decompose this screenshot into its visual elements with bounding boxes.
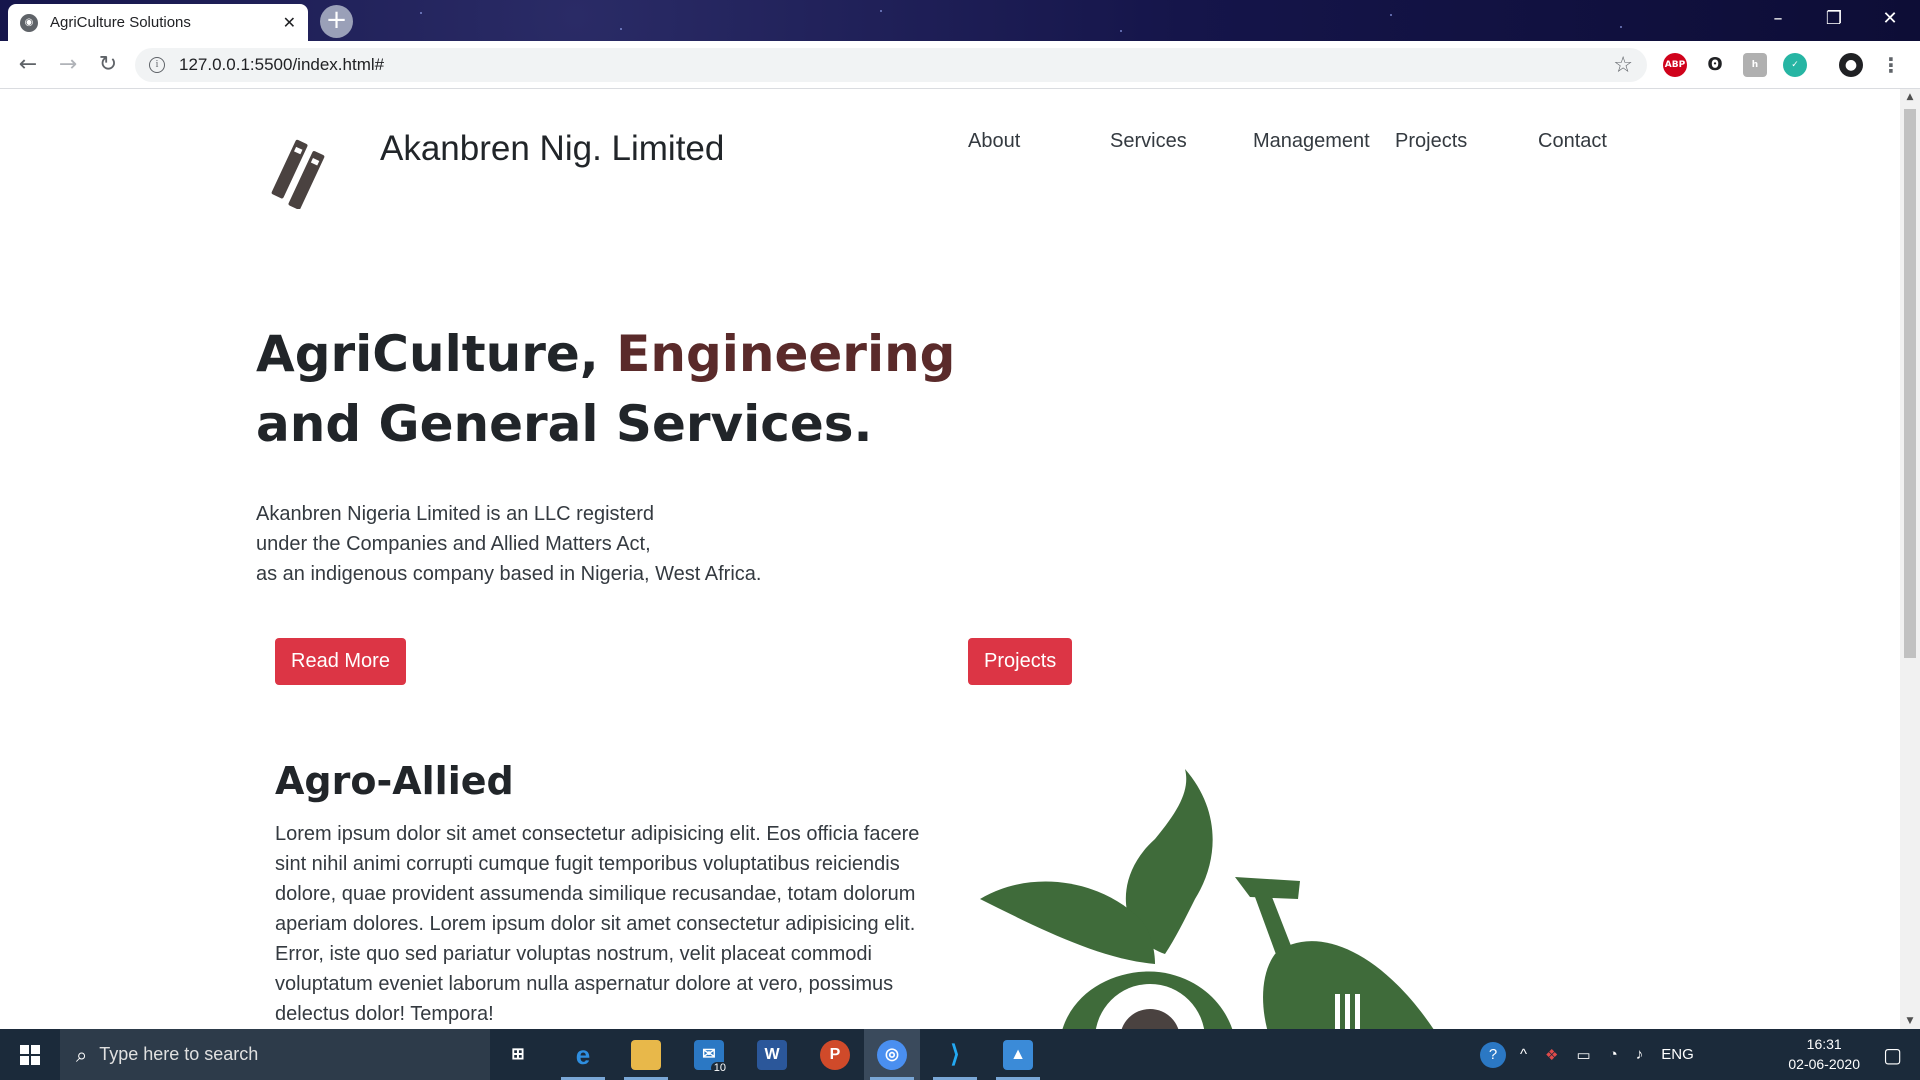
scroll-thumb[interactable] xyxy=(1904,109,1916,658)
info-icon[interactable]: i xyxy=(149,57,165,73)
web-page: Akanbren Nig. Limited About Services Man… xyxy=(0,89,1900,1029)
browser-toolbar: ← → ↻ i 127.0.0.1:5500/index.html# ☆ ABP… xyxy=(0,41,1920,89)
close-tab-icon[interactable]: ✕ xyxy=(283,13,296,32)
taskbar: ⌕ Type here to search ⊞ e ✉ 10 W P ◎ ⟩ ▲ … xyxy=(0,1029,1920,1080)
bookmark-star-icon[interactable]: ☆ xyxy=(1613,53,1633,78)
chrome-icon[interactable]: ◎ xyxy=(864,1029,920,1080)
wifi-icon[interactable]: ◔ xyxy=(1609,1046,1618,1063)
taskbar-search[interactable]: ⌕ Type here to search xyxy=(60,1029,490,1080)
extension-icon[interactable]: h xyxy=(1743,53,1767,77)
mail-icon[interactable]: ✉ 10 xyxy=(681,1029,737,1080)
brand-logo-icon xyxy=(271,139,325,209)
powerpoint-icon[interactable]: P xyxy=(807,1029,863,1080)
nav-contact[interactable]: Contact xyxy=(1538,130,1607,153)
browser-title-bar: ◉ AgriCulture Solutions ✕ + – ❐ ✕ xyxy=(0,0,1920,41)
battery-icon[interactable]: ▭ xyxy=(1577,1046,1591,1064)
nav-management[interactable]: Management xyxy=(1253,130,1370,153)
extension-icon[interactable]: ʘ xyxy=(1703,53,1727,77)
profile-icon[interactable]: ● xyxy=(1839,53,1863,77)
reload-button[interactable]: ↻ xyxy=(94,51,122,79)
menu-kebab-icon[interactable]: ⋮ xyxy=(1879,53,1903,77)
hero-title: AgriCulture, Engineering and General Ser… xyxy=(256,319,955,459)
globe-icon: ◉ xyxy=(20,13,38,32)
windows-start-icon[interactable] xyxy=(0,1029,60,1080)
brand-name[interactable]: Akanbren Nig. Limited xyxy=(380,129,724,169)
nav-about[interactable]: About xyxy=(968,130,1020,153)
agro-leaf-tractor-icon xyxy=(980,769,1434,1029)
close-window-button[interactable]: ✕ xyxy=(1862,0,1918,41)
url-text[interactable]: 127.0.0.1:5500/index.html# xyxy=(179,55,1613,75)
read-more-button[interactable]: Read More xyxy=(275,638,406,685)
volume-icon[interactable]: ♪ xyxy=(1636,1046,1644,1063)
nav-services[interactable]: Services xyxy=(1110,130,1187,153)
hero-desc-line: as an indigenous company based in Nigeri… xyxy=(256,563,762,585)
projects-button[interactable]: Projects xyxy=(968,638,1073,685)
back-button[interactable]: ← xyxy=(14,51,42,79)
notifications-icon[interactable]: ▢ xyxy=(1883,1043,1902,1067)
tray-icons: ? ^ ❖ ▭ ◔ ♪ ENG xyxy=(1480,1029,1694,1080)
hero-title-part1: AgriCulture, xyxy=(256,325,617,383)
word-icon[interactable]: W xyxy=(744,1029,800,1080)
task-view-icon[interactable]: ⊞ xyxy=(490,1029,546,1080)
hero-title-accent: Engineering xyxy=(616,325,956,383)
section-title: Agro-Allied xyxy=(275,759,514,803)
vscode-icon[interactable]: ⟩ xyxy=(927,1029,983,1080)
language-indicator[interactable]: ENG xyxy=(1661,1046,1694,1063)
browser-tab[interactable]: ◉ AgriCulture Solutions ✕ xyxy=(8,4,308,41)
scroll-down-icon[interactable]: ▼ xyxy=(1900,1013,1920,1029)
clock-date: 02-06-2020 xyxy=(1788,1056,1860,1072)
address-bar[interactable]: i 127.0.0.1:5500/index.html# ☆ xyxy=(135,48,1647,82)
dropbox-icon[interactable]: ❖ xyxy=(1545,1046,1558,1064)
taskbar-clock[interactable]: 16:31 02-06-2020 xyxy=(1788,1034,1860,1074)
restore-button[interactable]: ❐ xyxy=(1806,0,1862,41)
forward-button[interactable]: → xyxy=(54,51,82,79)
page-scrollbar[interactable]: ▲ ▼ xyxy=(1900,89,1920,1029)
photos-icon[interactable]: ▲ xyxy=(990,1029,1046,1080)
adblock-icon[interactable]: ABP xyxy=(1663,53,1687,77)
help-icon[interactable]: ? xyxy=(1480,1041,1506,1068)
nav-projects[interactable]: Projects xyxy=(1395,130,1467,153)
hero-desc-line: under the Companies and Allied Matters A… xyxy=(256,533,651,555)
minimize-button[interactable]: – xyxy=(1750,0,1806,41)
section-text: Lorem ipsum dolor sit amet consectetur a… xyxy=(275,823,920,1025)
edge-icon[interactable]: e xyxy=(555,1029,611,1080)
hero-desc-line: Akanbren Nigeria Limited is an LLC regis… xyxy=(256,503,654,525)
hero-title-line2: and General Services. xyxy=(256,395,873,453)
file-explorer-icon[interactable] xyxy=(618,1029,674,1080)
search-placeholder: Type here to search xyxy=(99,1044,259,1064)
hero-description: Akanbren Nigeria Limited is an LLC regis… xyxy=(256,499,761,589)
extension-icon[interactable]: ✓ xyxy=(1783,53,1807,77)
search-icon: ⌕ xyxy=(76,1042,88,1067)
chevron-up-icon[interactable]: ^ xyxy=(1520,1046,1527,1063)
mail-badge: 10 xyxy=(710,1062,729,1074)
scroll-up-icon[interactable]: ▲ xyxy=(1900,89,1920,105)
tab-title: AgriCulture Solutions xyxy=(50,14,191,31)
new-tab-button[interactable]: + xyxy=(320,5,353,38)
clock-time: 16:31 xyxy=(1806,1036,1842,1052)
